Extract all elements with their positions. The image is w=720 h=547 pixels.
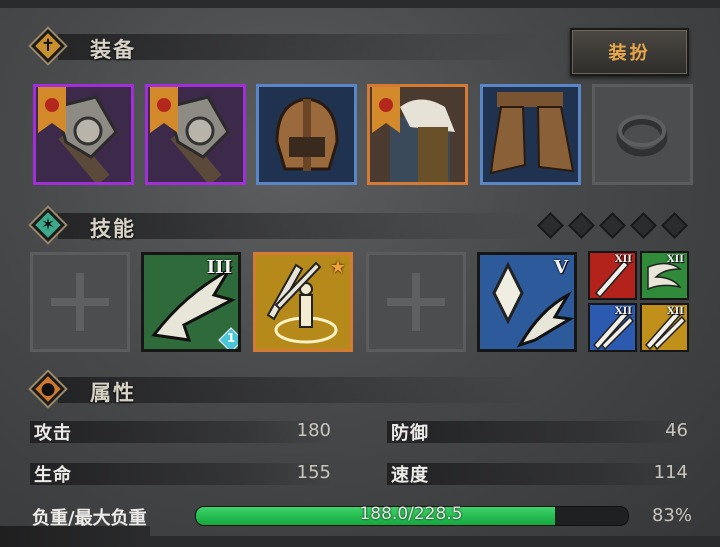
weight-percent: 83% <box>651 505 692 526</box>
equipment-header: ✝ 装备 <box>28 26 548 66</box>
equipment-title: 装备 <box>90 38 136 62</box>
skill-badge-count: 1 <box>226 331 236 345</box>
stat-label: 攻击 <box>34 423 72 444</box>
stat-label: 防御 <box>391 423 429 444</box>
equipment-slot-helmet[interactable] <box>256 84 357 185</box>
mini-skill-level: XII <box>666 306 684 317</box>
person-icon: ● <box>40 379 56 399</box>
attributes-title: 属性 <box>90 381 136 405</box>
skill-point-pip <box>599 212 626 239</box>
stat-defense: 防御 46 <box>387 417 692 447</box>
stat-attack: 攻击 180 <box>30 417 335 447</box>
banner-icon <box>372 87 400 133</box>
skill-point-pip <box>630 212 657 239</box>
stat-speed: 速度 114 <box>387 459 692 489</box>
skills-title: 技能 <box>90 217 136 241</box>
stat-health: 生命 155 <box>30 459 335 489</box>
equipment-slot-armor[interactable] <box>367 84 468 185</box>
equipment-slot-axe-1[interactable] <box>33 84 134 185</box>
cross-icon <box>51 273 109 331</box>
equipment-slot-boots[interactable] <box>480 84 581 185</box>
skill-point-pip <box>568 212 595 239</box>
equipment-slot-axe-2[interactable] <box>145 84 246 185</box>
skill-level: III <box>206 257 232 278</box>
skill-slot-sword-aura[interactable]: ★ <box>253 252 353 352</box>
cross-icon <box>387 273 445 331</box>
skill-points <box>537 212 690 239</box>
skill-slot-empty-2[interactable] <box>366 252 466 352</box>
stat-value: 155 <box>296 462 331 483</box>
banner-icon <box>150 87 178 133</box>
window-top-frame <box>0 0 720 8</box>
mini-skill-green[interactable]: XII <box>640 251 689 300</box>
weight-value: 188.0/228.5 <box>359 504 463 524</box>
skill-slot-empty-1[interactable] <box>30 252 130 352</box>
mini-skill-level: XII <box>614 306 632 317</box>
ring-icon <box>616 115 668 157</box>
skills-emblem: ✶ <box>28 205 68 245</box>
skill-point-pip <box>537 212 564 239</box>
attributes-header: ● 属性 <box>28 369 548 409</box>
mini-skill-blue[interactable]: XII <box>588 303 637 352</box>
window-corner <box>0 526 150 547</box>
mini-skill-red[interactable]: XII <box>588 251 637 300</box>
skill-level: V <box>554 257 568 278</box>
stat-label: 速度 <box>391 465 429 486</box>
star-burst-icon: ✶ <box>40 215 56 235</box>
star-icon: ★ <box>329 257 346 278</box>
mini-skill-gold[interactable]: XII <box>640 303 689 352</box>
skill-slot-slash[interactable]: III 1 <box>141 252 241 352</box>
dress-up-button[interactable]: 装扮 <box>570 28 689 76</box>
stat-value: 114 <box>653 462 688 483</box>
stat-value: 46 <box>665 420 688 441</box>
skills-header: ✶ 技能 <box>28 205 548 245</box>
helmet-icon <box>275 97 339 171</box>
stat-value: 180 <box>296 420 331 441</box>
cross-dagger-icon: ✝ <box>40 36 56 56</box>
skill-point-pip <box>661 212 688 239</box>
equipment-emblem: ✝ <box>28 26 68 66</box>
equipment-slot-ring[interactable] <box>592 84 693 185</box>
banner-icon <box>38 87 66 133</box>
attributes-emblem: ● <box>28 369 68 409</box>
boots-icon <box>489 92 575 175</box>
mini-skill-level: XII <box>614 254 632 265</box>
stat-label: 生命 <box>34 465 72 486</box>
mini-skill-level: XII <box>666 254 684 265</box>
skill-slot-crystal[interactable]: V <box>477 252 577 352</box>
